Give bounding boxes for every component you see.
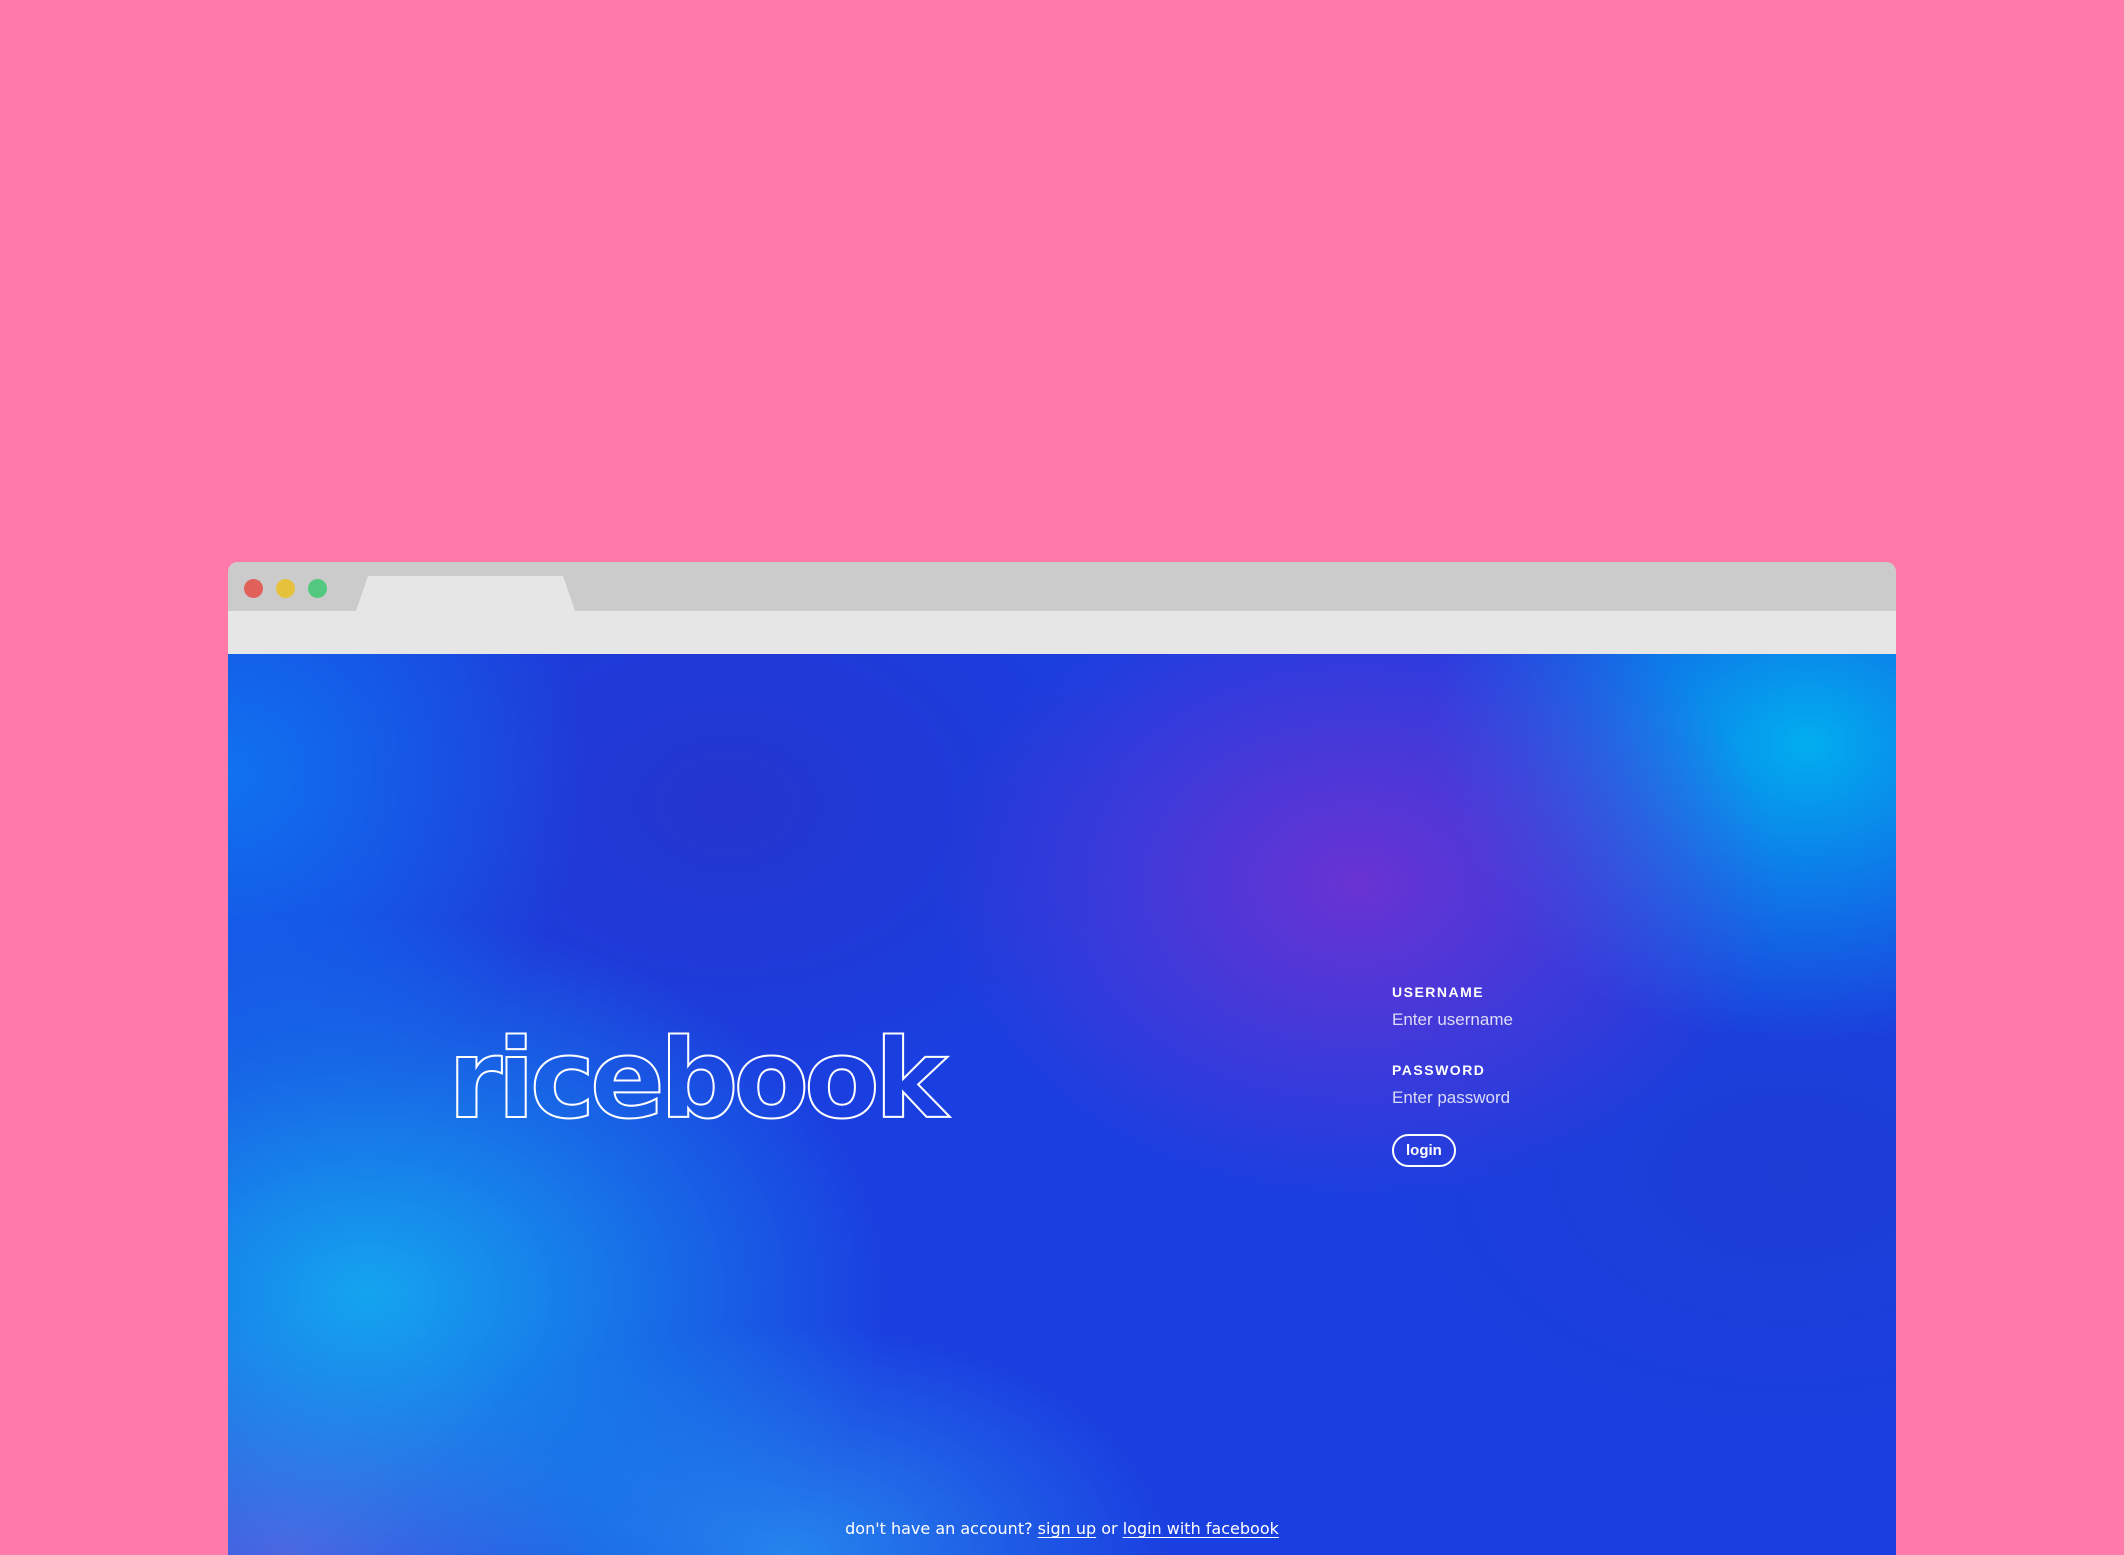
password-input[interactable]	[1392, 1087, 1652, 1108]
browser-titlebar	[228, 562, 1896, 611]
password-label: PASSWORD	[1392, 1062, 1486, 1078]
browser-toolbar	[228, 611, 1896, 654]
close-window-icon[interactable]	[244, 579, 263, 598]
page-viewport: ricebook USERNAME PASSWORD login don't h…	[228, 654, 1896, 1555]
signup-prompt-text: don't have an account?	[845, 1519, 1033, 1538]
maximize-window-icon[interactable]	[308, 579, 327, 598]
username-input[interactable]	[1392, 1009, 1652, 1030]
signup-prompt: don't have an account? sign up or login …	[228, 1519, 1896, 1539]
login-button[interactable]: login	[1392, 1134, 1456, 1167]
browser-window: ricebook USERNAME PASSWORD login don't h…	[228, 562, 1896, 1555]
login-form: USERNAME PASSWORD login	[1392, 984, 1712, 1167]
login-with-facebook-link[interactable]: login with facebook	[1123, 1519, 1279, 1538]
minimize-window-icon[interactable]	[276, 579, 295, 598]
browser-tab[interactable]	[356, 576, 575, 611]
ricebook-logo: ricebook	[447, 1015, 949, 1143]
username-label: USERNAME	[1392, 984, 1485, 1000]
sign-up-link[interactable]: sign up	[1038, 1519, 1096, 1538]
or-text: or	[1101, 1519, 1118, 1538]
